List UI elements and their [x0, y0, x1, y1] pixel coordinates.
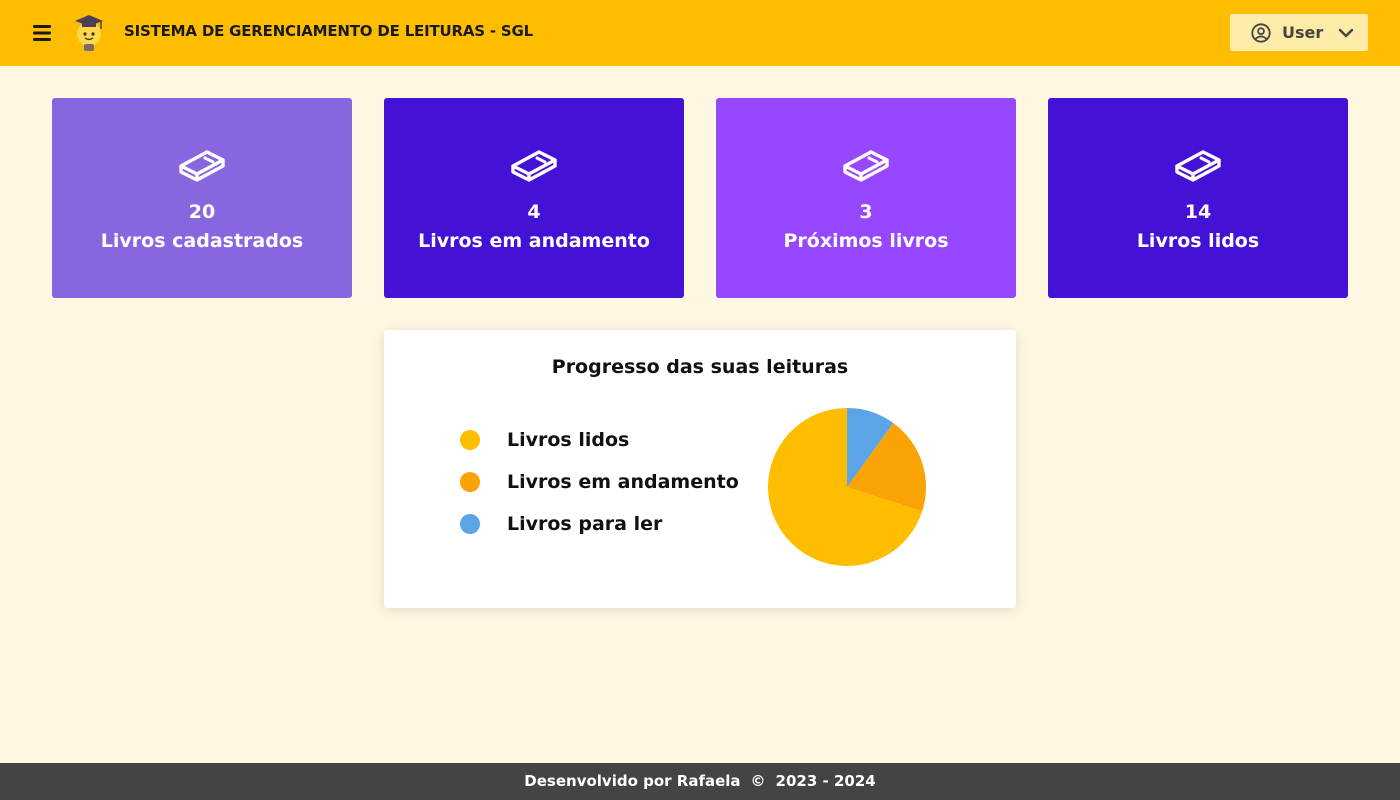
legend-dot — [460, 472, 480, 492]
top-bar: SISTEMA DE GERENCIAMENTO DE LEITURAS - S… — [0, 0, 1400, 66]
chart-title: Progresso das suas leituras — [551, 356, 849, 378]
book-icon — [179, 150, 225, 182]
copyright-symbol: © — [750, 772, 766, 790]
next-books-card[interactable]: 3 Próximos livros — [716, 98, 1016, 298]
app-title: SISTEMA DE GERENCIAMENTO DE LEITURAS - S… — [124, 22, 534, 40]
card-label: Livros cadastrados — [100, 230, 304, 252]
registered-books-card[interactable]: 20 Livros cadastrados — [52, 98, 352, 298]
book-icon — [511, 150, 557, 182]
card-count: 14 — [1184, 201, 1212, 223]
user-menu-button[interactable]: User — [1230, 14, 1368, 51]
legend-label: Livros lidos — [507, 429, 630, 451]
book-icon — [1175, 150, 1221, 182]
card-count: 4 — [527, 201, 541, 223]
chevron-down-icon — [1339, 28, 1354, 37]
reading-progress-chart-card: Progresso das suas leituras Livros lidos… — [384, 330, 1016, 608]
legend-item-read: Livros lidos — [460, 428, 629, 452]
card-count: 3 — [859, 201, 873, 223]
reading-progress-pie-chart — [768, 408, 926, 566]
legend-label: Livros para ler — [507, 513, 663, 535]
in-progress-books-card[interactable]: 4 Livros em andamento — [384, 98, 684, 298]
user-label: User — [1282, 23, 1324, 42]
card-label: Livros em andamento — [418, 230, 650, 252]
legend-item-in-progress: Livros em andamento — [460, 470, 739, 494]
card-label: Livros lidos — [1136, 230, 1260, 252]
legend-item-to-read: Livros para ler — [460, 512, 662, 536]
book-icon — [843, 150, 889, 182]
lightbulb-graduate-logo-icon — [70, 12, 108, 54]
card-label: Próximos livros — [783, 230, 949, 252]
footer-years: 2023 - 2024 — [775, 772, 876, 790]
card-count: 20 — [188, 201, 216, 223]
footer-author: Desenvolvido por Rafaela — [524, 772, 741, 790]
legend-label: Livros em andamento — [507, 471, 739, 493]
footer: Desenvolvido por Rafaela © 2023 - 2024 — [0, 763, 1400, 800]
read-books-card[interactable]: 14 Livros lidos — [1048, 98, 1348, 298]
user-circle-icon — [1251, 22, 1271, 43]
legend-dot — [460, 514, 480, 534]
hamburger-menu-icon[interactable] — [31, 22, 55, 44]
legend-dot — [460, 430, 480, 450]
